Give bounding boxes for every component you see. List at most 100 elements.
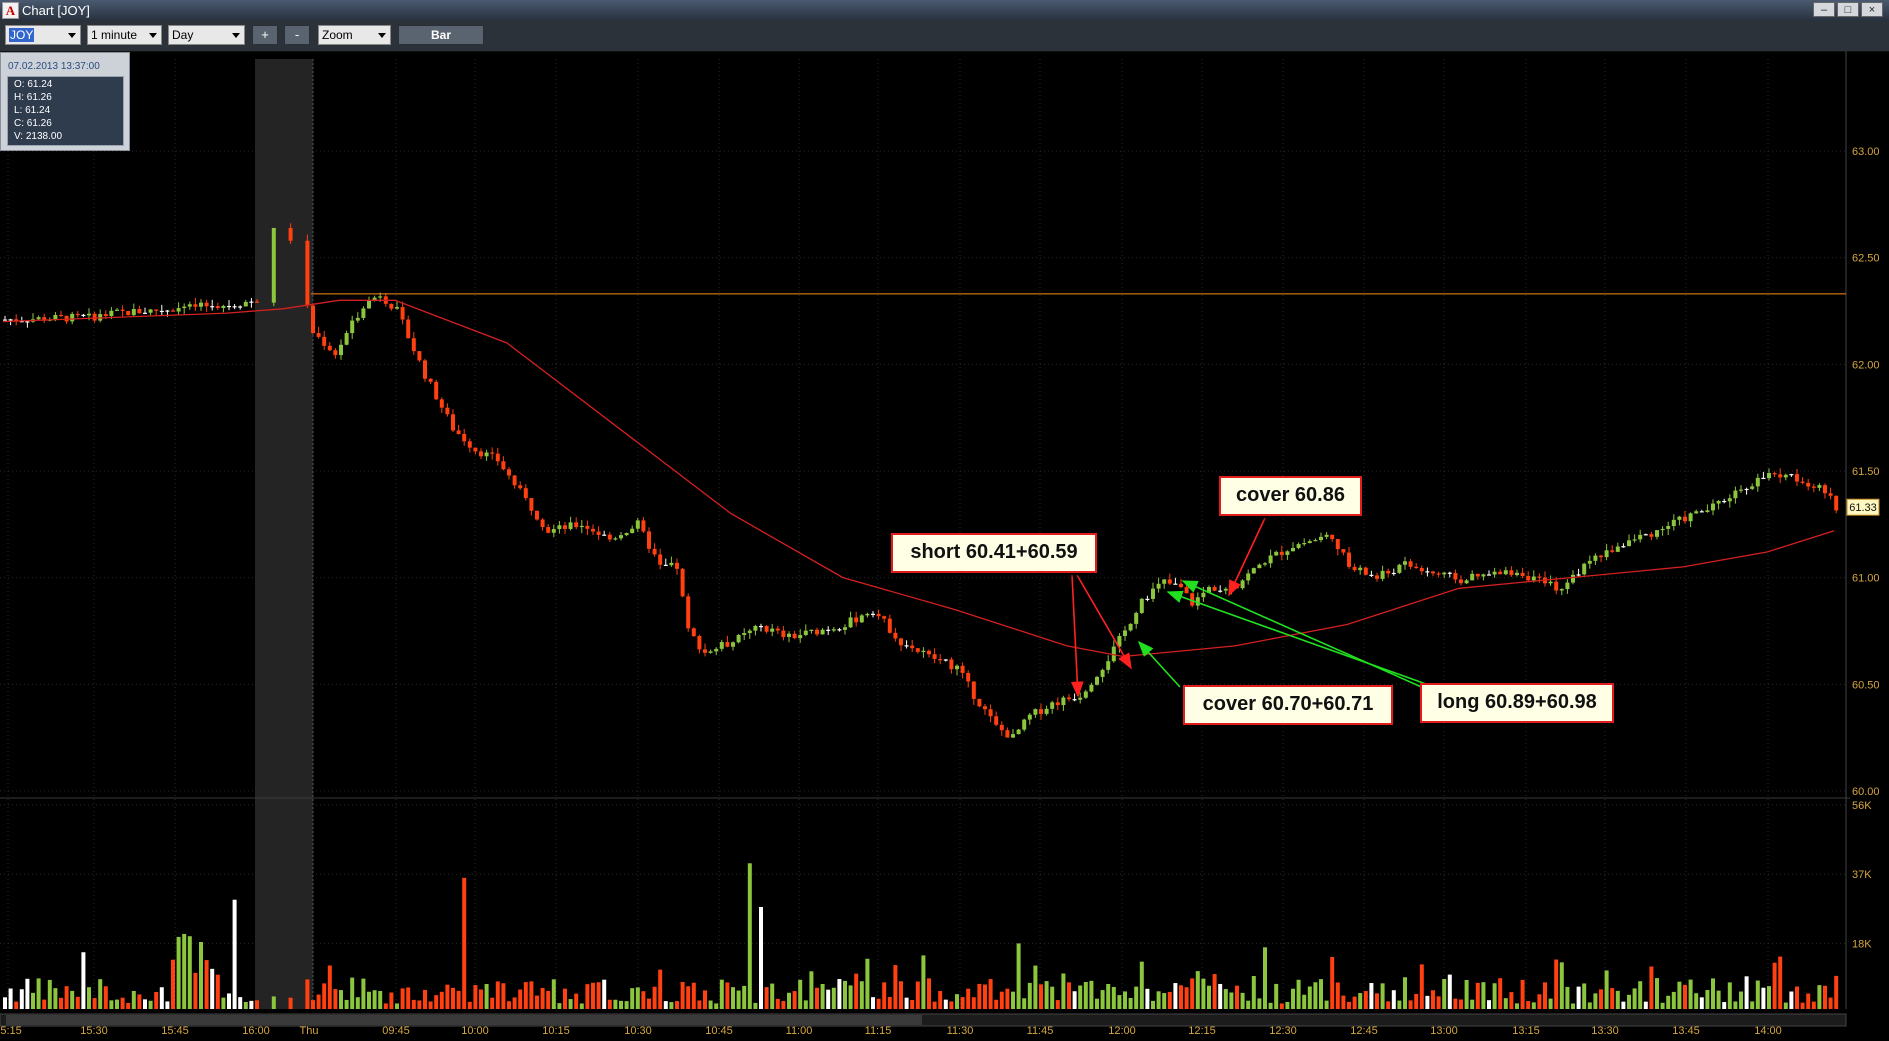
time-tick-label: 11:30: [947, 1025, 974, 1037]
price-tick-label: 62.00: [1852, 359, 1880, 371]
volume-bar: [1296, 979, 1301, 1009]
volume-tick-label: 56K: [1852, 800, 1872, 812]
candle-body: [955, 665, 959, 670]
volume-bar: [227, 993, 231, 1009]
candle-body: [1705, 510, 1710, 513]
candle-body: [1671, 519, 1676, 527]
candle-body: [1375, 575, 1379, 579]
volume-bar: [31, 992, 35, 1009]
volume-bar: [1739, 991, 1743, 1009]
symbol-combo[interactable]: JOY: [5, 25, 81, 45]
candle-body: [1503, 570, 1508, 575]
chevron-down-icon: [149, 33, 157, 38]
volume-bar: [1683, 984, 1687, 1009]
candle-body: [910, 645, 915, 649]
volume-bar: [826, 989, 831, 1009]
candle-body: [322, 336, 327, 346]
volume-bar: [1391, 990, 1396, 1009]
candle-body: [1201, 592, 1206, 598]
zoom-combo[interactable]: Zoom: [318, 25, 391, 45]
volume-bar: [232, 899, 237, 1009]
scrollbar-thumb[interactable]: [6, 1015, 922, 1025]
volume-bar: [1061, 973, 1066, 1009]
volume-bar: [988, 979, 993, 1009]
candle-body: [75, 313, 80, 316]
volume-bar: [624, 1001, 629, 1009]
interval-value: 1 minute: [91, 28, 138, 42]
candle-body: [1016, 729, 1021, 735]
candle-body: [3, 319, 7, 321]
close-button[interactable]: ×: [1861, 2, 1883, 17]
annotation-long: long 60.89+60.98: [1420, 683, 1614, 723]
volume-bar: [1492, 983, 1497, 1009]
candle-body: [115, 309, 119, 311]
short-arrow: [1070, 574, 1084, 698]
volume-bar: [87, 987, 91, 1009]
volume-bar: [887, 996, 892, 1009]
volume-bar: [1582, 983, 1587, 1009]
volume-bar: [518, 989, 523, 1009]
candle-body: [1627, 540, 1631, 547]
maximize-button[interactable]: □: [1837, 2, 1859, 17]
volume-bar: [1526, 1001, 1531, 1009]
candle-body: [1733, 490, 1738, 499]
time-tick-label: 15:45: [161, 1025, 189, 1037]
range-combo[interactable]: Day: [168, 25, 245, 45]
volume-bar: [1207, 985, 1211, 1009]
candle-body: [887, 618, 892, 633]
volume-bar: [389, 992, 394, 1009]
candle-body: [109, 310, 114, 317]
volume-bar: [1184, 987, 1189, 1009]
volume-bar: [115, 999, 119, 1009]
zoom-in-button[interactable]: +: [252, 25, 278, 45]
volume-bar: [495, 981, 500, 1009]
volume-bar: [311, 1000, 315, 1009]
volume-bar: [36, 978, 41, 1009]
volume-bar: [1537, 994, 1542, 1009]
volume-bar: [1447, 974, 1452, 1009]
volume-bar: [120, 997, 125, 1009]
candle-body: [1403, 561, 1407, 565]
candle-body: [193, 304, 198, 307]
volume-bar: [1459, 999, 1463, 1009]
volume-bar: [551, 979, 556, 1009]
volume-bar: [1039, 984, 1043, 1009]
candle-body: [148, 309, 153, 313]
price-tick-label: 60.00: [1852, 786, 1880, 798]
time-tick-label: 13:15: [1512, 1025, 1540, 1037]
candle-body: [1330, 534, 1335, 540]
candle-body: [249, 301, 254, 303]
volume-bar: [322, 983, 327, 1009]
volume-bar: [1380, 983, 1385, 1009]
volume-bar: [1083, 982, 1088, 1009]
candle-body: [798, 635, 803, 639]
volume-bar: [837, 979, 842, 1009]
volume-bar: [1655, 978, 1659, 1009]
volume-bar: [1783, 1002, 1788, 1009]
candle-body: [775, 628, 780, 631]
candle-body: [126, 310, 131, 316]
candle-body: [25, 321, 30, 323]
chart-type-button[interactable]: Bar: [398, 25, 484, 45]
zoom-out-button[interactable]: -: [284, 25, 310, 45]
candle-body: [1313, 540, 1318, 542]
volume-bar: [14, 1001, 19, 1009]
volume-bar: [585, 984, 590, 1009]
chevron-down-icon: [378, 33, 386, 38]
candle-body: [1537, 576, 1542, 578]
volume-bar: [327, 965, 332, 1009]
candle-body: [1324, 534, 1329, 537]
candle-body: [1795, 474, 1799, 482]
volume-bar: [1151, 1000, 1155, 1009]
volume-bar: [1145, 988, 1150, 1009]
minimize-button[interactable]: –: [1813, 2, 1835, 17]
candle-body: [1134, 612, 1139, 624]
candle-body: [551, 529, 556, 533]
candle-body: [1151, 588, 1155, 599]
candle-body: [1005, 730, 1010, 738]
volume-bar: [1593, 993, 1598, 1009]
volume-bar: [1722, 1002, 1727, 1009]
interval-combo[interactable]: 1 minute: [87, 25, 162, 45]
candle-body: [1615, 546, 1620, 552]
candle-body: [1660, 528, 1665, 531]
